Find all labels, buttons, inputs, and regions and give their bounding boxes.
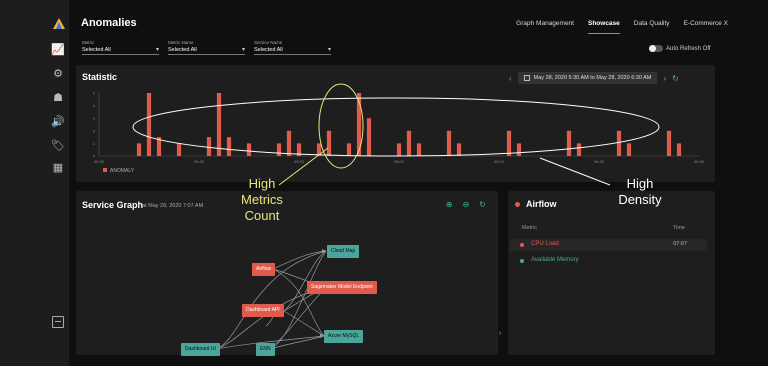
metric-name-filter-select[interactable]: Selected All [168, 46, 245, 55]
tab-graph-management[interactable]: Graph Management [516, 20, 574, 27]
anomaly-bar [566, 130, 572, 156]
anomaly-bar [326, 130, 332, 156]
annotation-high-density: High Density [618, 176, 662, 207]
metric-name: CPU Load [531, 241, 559, 247]
metric-name-filter-label: Metric Name [168, 40, 194, 45]
anomaly-bar [346, 143, 352, 156]
anomaly-bar [406, 130, 412, 156]
logout-icon[interactable] [52, 316, 64, 328]
legend-label: ANOMALY [110, 168, 135, 174]
tab-bar: Graph Management Showcase Data Quality E… [516, 20, 728, 34]
page-title: Anomalies [81, 17, 137, 29]
metric-time: 07:07 [673, 241, 687, 247]
tab-showcase[interactable]: Showcase [587, 20, 620, 34]
anomaly-bar [516, 143, 522, 156]
sidebar: 📈 ⚙ ☗ 🔊 🏷 ▦ [0, 0, 69, 366]
auto-refresh-toggle[interactable] [649, 45, 663, 52]
anomaly-bar [176, 143, 182, 156]
time-column-header: Time [672, 225, 685, 231]
anomaly-bar [666, 130, 672, 156]
anomaly-bar [296, 143, 302, 156]
legend-swatch [103, 168, 107, 172]
anomaly-bar [626, 143, 632, 156]
anomaly-bar [506, 130, 512, 156]
metric-column-header: Metric [522, 225, 537, 231]
x-tick-label: 06:10 [494, 159, 505, 164]
users-icon[interactable]: ☗ [51, 92, 65, 104]
collapse-panel-icon[interactable]: › [499, 330, 501, 337]
tab-data-quality[interactable]: Data Quality [634, 20, 670, 27]
anomaly-chart: 0 1 2 3 4 5 05:30 05:40 05:50 06:00 06:10 06:20 06:3… [93, 91, 705, 175]
table-row[interactable]: CPU Load 07:07 [510, 239, 707, 251]
anomaly-bar [316, 143, 322, 156]
speaker-icon[interactable]: 🔊 [51, 116, 65, 128]
airflow-table-header: Metric Time [522, 225, 705, 231]
settings-icon[interactable]: ⚙ [51, 68, 65, 80]
anomaly-bar [366, 118, 372, 156]
anomaly-bar [216, 93, 222, 156]
y-tick-label: 5 [93, 91, 96, 96]
anomaly-bar [156, 137, 162, 156]
service-name-filter-label: Service Name [254, 40, 283, 45]
anomaly-bar [146, 93, 152, 156]
metric-filter-label: Metric [82, 40, 95, 45]
statistic-panel: Statistic ‹ May 28, 2020 5:30 AM to May … [76, 65, 715, 182]
anomaly-bar [446, 130, 452, 156]
x-tick-label: 06:00 [394, 159, 405, 164]
anomaly-bar [456, 143, 462, 156]
anomaly-bar [136, 143, 142, 156]
anomaly-bar [396, 143, 402, 156]
node-enn[interactable]: ENN [256, 343, 275, 356]
x-tick-label: 05:50 [294, 159, 305, 164]
x-tick-label: 05:30 [94, 159, 105, 164]
anomaly-bar [676, 143, 682, 156]
anomaly-bar [576, 143, 582, 156]
y-tick-label: 2 [93, 128, 96, 133]
app-logo-icon[interactable] [52, 17, 66, 31]
anomaly-bar [356, 93, 362, 156]
annotation-high-metrics-count: High Metrics Count [241, 176, 283, 223]
anomaly-bar [226, 137, 232, 156]
anomaly-bar [616, 130, 622, 156]
airflow-title: Airflow [526, 199, 557, 209]
anomaly-bar [276, 143, 282, 156]
airflow-panel: Airflow Metric Time CPU Load 07:07 Avail… [508, 191, 715, 355]
anomaly-bar [206, 137, 212, 156]
y-tick-label: 3 [93, 116, 96, 121]
x-tick-label: 06:30 [694, 159, 705, 164]
node-dashboard-ui[interactable]: Dashboard UI [181, 343, 220, 356]
y-tick-label: 1 [93, 141, 96, 146]
tag-icon[interactable]: 🏷 [51, 140, 65, 152]
table-row[interactable]: Available Memory [510, 255, 707, 267]
metric-filter-select[interactable]: Selected All [82, 46, 159, 55]
x-tick-label: 06:20 [594, 159, 605, 164]
building-icon[interactable]: ▦ [51, 162, 65, 174]
y-tick-label: 4 [93, 103, 96, 108]
node-airflow[interactable]: Airflow [252, 263, 276, 276]
normal-status-dot [520, 259, 524, 263]
y-tick-label: 0 [93, 154, 96, 159]
anomaly-bar [246, 143, 252, 156]
auto-refresh-label: Auto Refresh Off [666, 46, 711, 52]
node-cloud-map[interactable]: Cloud Map [327, 245, 360, 258]
service-name-filter[interactable]: Service Name Selected All [254, 40, 331, 55]
anomaly-bar [416, 143, 422, 156]
service-name-filter-select[interactable]: Selected All [254, 46, 331, 55]
anomaly-bar [286, 130, 292, 156]
metric-name-filter[interactable]: Metric Name Selected All [168, 40, 245, 55]
tab-ecommerce-x[interactable]: E-Commerce X [684, 20, 728, 27]
x-tick-label: 05:40 [194, 159, 205, 164]
node-azure-mysql[interactable]: Azure MySQL [324, 330, 364, 343]
anomaly-status-dot [520, 243, 524, 247]
metric-filter[interactable]: Metric Selected All [82, 40, 159, 55]
metric-name: Available Memory [531, 257, 579, 263]
node-dashboard-api[interactable]: Dashboard API [242, 304, 284, 317]
airflow-status-dot [515, 202, 520, 207]
chart-icon[interactable]: 📈 [51, 44, 65, 56]
node-sagemaker[interactable]: Sagemaker Model Endpoint [307, 281, 377, 294]
